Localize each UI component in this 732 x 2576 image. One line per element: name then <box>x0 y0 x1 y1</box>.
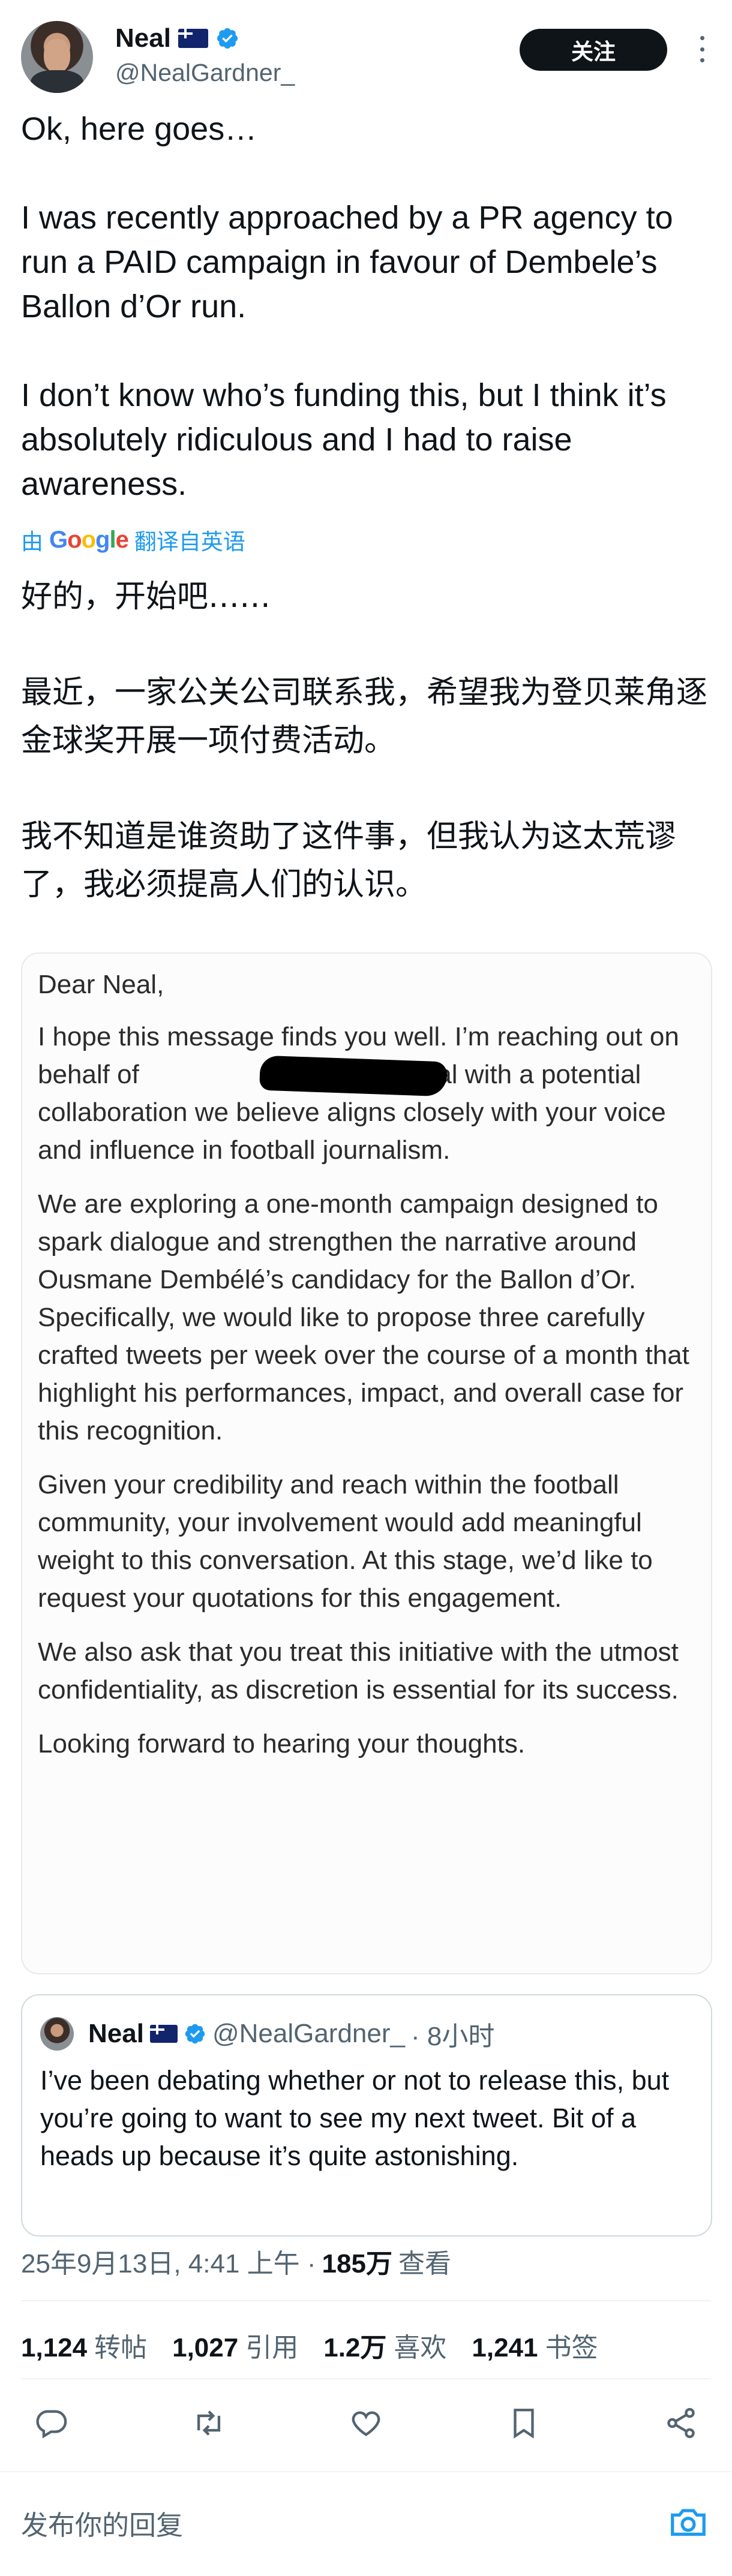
translated-paragraph: 最近，一家公关公司联系我，希望我为登贝莱角逐金球奖开展一项付费活动。 <box>21 675 708 759</box>
engagement-stats: 1,124 转帖 1,027 引用 1.2万 喜欢 1,241 书签 <box>21 2327 598 2363</box>
redaction-mark <box>259 1055 448 1097</box>
stat-likes[interactable]: 1.2万 喜欢 <box>323 2326 446 2364</box>
verified-badge-icon <box>217 28 238 49</box>
translate-prefix: 由 <box>21 530 43 554</box>
share-button[interactable] <box>651 2393 711 2453</box>
google-logo: Google <box>49 526 129 553</box>
author-handle[interactable]: @NealGardner_ <box>115 59 295 87</box>
stat-quotes[interactable]: 1,027 引用 <box>172 2326 298 2364</box>
camera-icon[interactable] <box>667 2501 709 2543</box>
view-count: 185万 <box>322 2249 392 2279</box>
quoted-author-name: Neal <box>88 2019 144 2048</box>
translate-link[interactable]: 由 Google 翻译自英语 <box>21 522 245 558</box>
quoted-tweet-time: · 8小时 <box>411 2022 495 2051</box>
tweet-datetime[interactable]: 25年9月13日, 4:41 上午 · <box>21 2242 316 2280</box>
australia-flag-icon <box>149 2025 178 2043</box>
more-options-icon[interactable] <box>690 36 714 62</box>
australia-flag-icon <box>178 29 208 48</box>
tweet-text: Ok, here goes… I was recently approached… <box>21 107 711 506</box>
avatar-face <box>44 39 70 73</box>
author-name-row: Neal <box>115 22 239 55</box>
bookmark-button[interactable] <box>494 2393 554 2453</box>
retweet-button[interactable] <box>179 2393 239 2453</box>
view-label: 查看 <box>398 2249 451 2279</box>
action-bar <box>21 2393 711 2453</box>
translated-text: 好的，开始吧…… 最近，一家公关公司联系我，希望我为登贝莱角逐金球奖开展一项付费… <box>21 573 711 909</box>
reply-icon <box>36 2410 67 2439</box>
quoted-author-avatar <box>40 2017 74 2051</box>
verified-badge-icon <box>185 2024 205 2044</box>
reply-composer: 发布你的回复 <box>0 2471 732 2576</box>
quoted-author-handle: @NealGardner_ <box>212 2019 405 2048</box>
bookmark-icon <box>513 2409 534 2439</box>
quoted-tweet-text: I’ve been debating whether or not to rel… <box>40 2065 670 2171</box>
reply-button[interactable] <box>21 2393 81 2453</box>
tweet-paragraph: I don’t know who’s funding this, but I t… <box>21 377 667 502</box>
share-icon <box>667 2407 695 2439</box>
tweet-meta: 25年9月13日, 4:41 上午 · 185万 查看 <box>21 2243 451 2279</box>
translated-paragraph: 好的，开始吧…… <box>21 579 271 615</box>
like-button[interactable] <box>336 2393 396 2453</box>
tweet-paragraph: I was recently approached by a PR agency… <box>21 200 673 324</box>
reply-input[interactable]: 发布你的回复 <box>21 2503 183 2542</box>
translate-suffix: 翻译自英语 <box>134 530 245 554</box>
stat-reposts[interactable]: 1,124 转帖 <box>21 2326 147 2364</box>
letter-paragraph: Given your credibility and reach within … <box>38 1470 653 1613</box>
author-name[interactable]: Neal <box>115 23 171 53</box>
stat-bookmarks[interactable]: 1,241 书签 <box>472 2326 598 2364</box>
letter-salutation: Dear Neal, <box>38 970 164 999</box>
attached-letter-image[interactable]: Dear Neal, I hope this message finds you… <box>21 952 712 1974</box>
translated-paragraph: 我不知道是谁资助了这件事，但我认为这太荒谬了，我必须提高人们的认识。 <box>21 819 677 903</box>
avatar-shirt <box>31 70 83 93</box>
follow-button[interactable]: 关注 <box>520 29 667 71</box>
divider <box>21 2378 711 2379</box>
divider <box>21 2300 711 2301</box>
retweet-icon <box>197 2410 220 2436</box>
quoted-tweet-header: Neal @NealGardner_ · 8小时 <box>88 2016 494 2052</box>
letter-paragraph: We also ask that you treat this initiati… <box>38 1637 679 1705</box>
letter-paragraph: Looking forward to hearing your thoughts… <box>38 1729 526 1759</box>
like-icon <box>352 2411 380 2436</box>
quoted-tweet[interactable]: Neal @NealGardner_ · 8小时 I’ve been debat… <box>21 1994 712 2237</box>
tweet-paragraph: Ok, here goes… <box>21 111 257 147</box>
letter-paragraph: We are exploring a one-month campaign de… <box>38 1189 689 1445</box>
author-avatar[interactable] <box>21 21 93 93</box>
